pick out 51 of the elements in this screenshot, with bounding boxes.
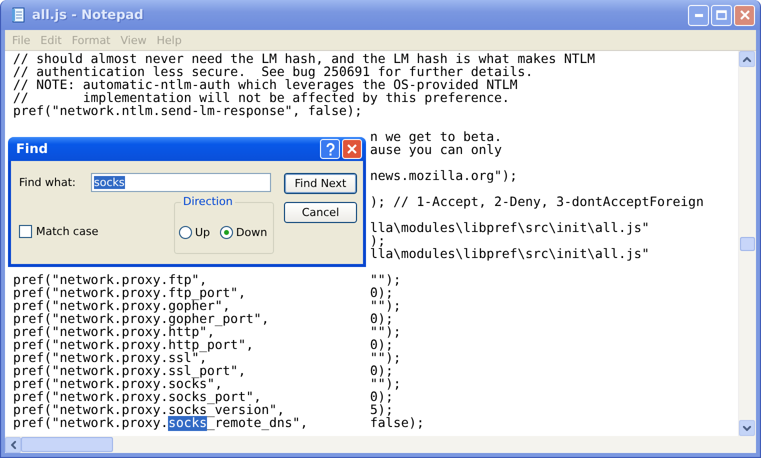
- code-line: pref("network.proxy.socks_version", 5);: [13, 404, 394, 417]
- find-what-label: Find what:: [19, 176, 77, 189]
- code-line: pref("network.proxy.gopher_port", 0);: [13, 313, 394, 326]
- scroll-thumb[interactable]: [740, 236, 755, 250]
- cancel-button[interactable]: Cancel: [284, 202, 357, 223]
- help-icon: [326, 142, 334, 156]
- code-line: pref("network.proxy.http_port", 0);: [13, 339, 394, 352]
- maximize-icon: [716, 10, 727, 20]
- code-line: pref("network.proxy.gopher", "");: [13, 300, 402, 313]
- code-line: pref("network.ntlm.send-lm-response", false);: [13, 105, 362, 118]
- direction-radio[interactable]: Down: [220, 226, 268, 238]
- scroll-up-button[interactable]: [739, 51, 755, 67]
- code-line: ause you can only: [370, 144, 502, 157]
- code-line: pref("network.proxy.socks_port", 0);: [13, 391, 394, 404]
- code-line: pref("network.proxy.http", "");: [13, 326, 402, 339]
- dialog-title: Find: [16, 142, 49, 156]
- match-case-checkbox[interactable]: Match case: [19, 225, 98, 238]
- code-line: lla\modules\libpref\src\init\all.js": [370, 248, 650, 261]
- close-icon: [740, 10, 750, 20]
- code-line: pref("network.proxy.ftp", "");: [13, 274, 402, 287]
- close-button[interactable]: [734, 4, 755, 26]
- code-line: n we get to beta.: [370, 131, 502, 144]
- code-line: pref("network.proxy.ssl", "");: [13, 352, 402, 365]
- code-line: ); // 1-Accept, 2-Deny, 3-dontAcceptForeign: [370, 196, 704, 209]
- group-label: Direction: [181, 195, 235, 208]
- scroll-thumb[interactable]: [21, 437, 113, 452]
- code-line: // NOTE: automatic-ntlm-auth which leverages the OS-provided NTLM: [13, 79, 518, 92]
- code-line: );: [370, 235, 386, 248]
- close-icon: [347, 144, 357, 154]
- find-what-field[interactable]: socks: [91, 173, 271, 192]
- minimize-icon: [694, 14, 702, 16]
- code-line: // authentication less secure. See bug 250691 for further details.: [13, 66, 533, 79]
- find-next-button[interactable]: Find Next: [284, 173, 357, 194]
- code-line: pref("network.proxy.socks", "");: [13, 378, 402, 391]
- code-line: news.mozilla.org");: [370, 170, 518, 183]
- code-line: lla\modules\libpref\src\init\all.js": [370, 222, 650, 235]
- minimize-button[interactable]: [688, 4, 709, 26]
- code-line: pref("network.proxy.socks_remote_dns", false);: [13, 417, 424, 430]
- direction-radio[interactable]: Up: [179, 226, 210, 238]
- code-line: pref("network.proxy.ssl_port", 0);: [13, 365, 394, 378]
- vertical-scrollbar[interactable]: [738, 51, 756, 436]
- window-title: all.js - Notepad: [32, 8, 144, 22]
- help-button[interactable]: [320, 139, 340, 159]
- notepad-icon: [10, 7, 26, 23]
- maximize-button[interactable]: [711, 4, 732, 26]
- code-line: pref("network.proxy.ftp_port", 0);: [13, 287, 394, 300]
- code-line: // implementation will not be affected by this preference.: [13, 92, 510, 105]
- code-line: // should almost never need the LM hash, and the LM hash is what makes NTLM: [13, 53, 596, 66]
- close-button[interactable]: [342, 139, 362, 159]
- scroll-left-button[interactable]: [5, 436, 21, 452]
- scroll-down-button[interactable]: [739, 420, 755, 436]
